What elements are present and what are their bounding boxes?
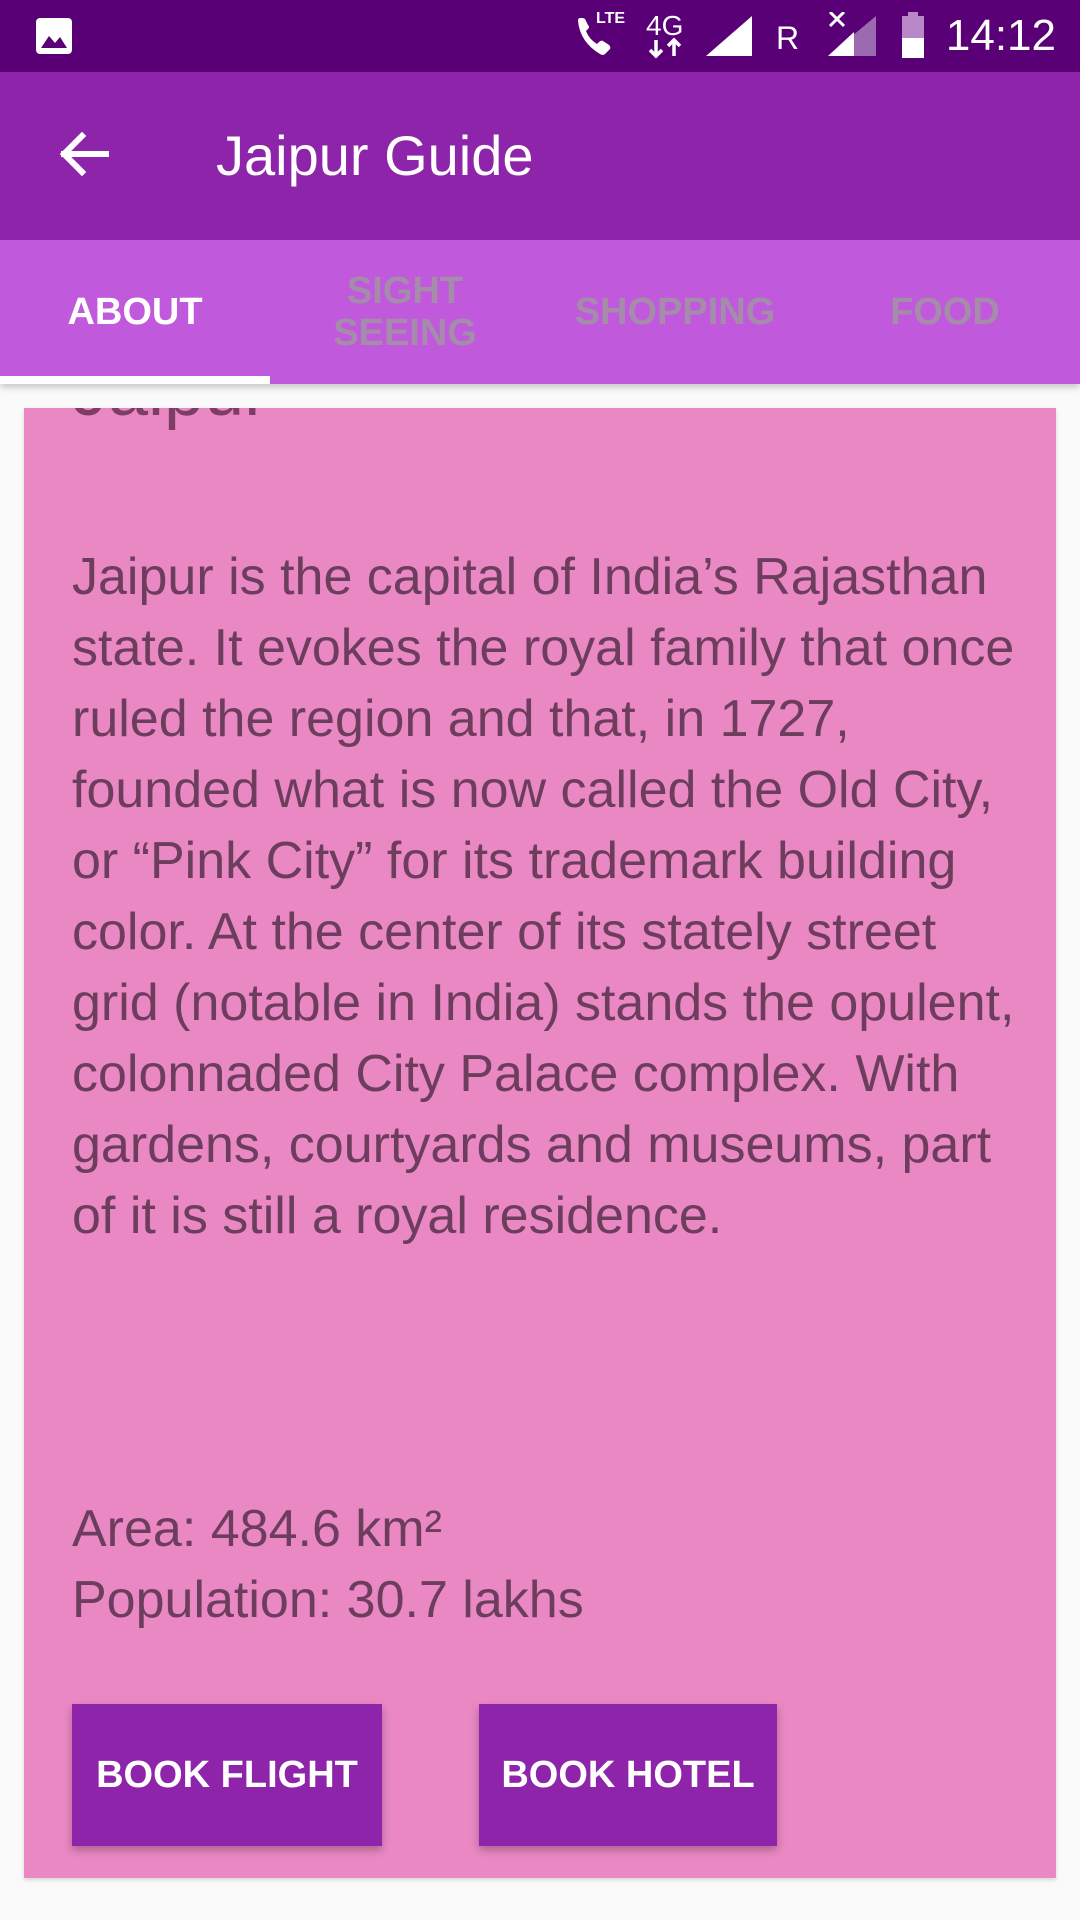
city-description: Jaipur is the capital of India’s Rajasth… [72,548,1015,1245]
roaming-label: R [776,20,800,56]
city-heading: Jaipur [72,408,268,436]
app-bar: Jaipur Guide [0,72,1080,240]
city-population: Population: 30.7 lakhs [72,1571,584,1629]
tab-sight-seeing[interactable]: SIGHT SEEING [270,240,540,384]
no-sim-signal-icon [824,10,878,60]
tab-shopping[interactable]: SHOPPING [540,240,810,384]
signal-icon [704,12,754,60]
city-area: Area: 484.6 km² [72,1500,442,1558]
app-title: Jaipur Guide [216,124,534,187]
book-hotel-button[interactable]: BOOK HOTEL [479,1704,777,1846]
book-flight-button[interactable]: BOOK FLIGHT [72,1704,382,1846]
back-button[interactable] [44,116,124,196]
roaming-icon: R [774,12,804,60]
data-arrows-icon: 4G [644,10,688,60]
arrow-back-icon [58,128,110,185]
image-icon [34,16,74,56]
tab-food[interactable]: FOOD [810,240,1080,384]
screen: LTE 4G R 14:12 Jaipur Guide ABOUT SIGHT … [0,0,1080,1920]
tab-shopping-label: SHOPPING [574,291,776,333]
tab-about-label: ABOUT [67,291,203,333]
tab-sight-seeing-label: SIGHT SEEING [333,270,477,354]
about-card: Jaipur Jaipur is the capital of India’s … [24,408,1056,1878]
tab-bar: ABOUT SIGHT SEEING SHOPPING FOOD [0,240,1080,384]
lte-label: LTE [596,10,626,27]
tab-food-label: FOOD [890,291,1000,333]
battery-icon [900,12,926,60]
tab-indicator [0,376,270,384]
content-scroll[interactable]: Jaipur Jaipur is the capital of India’s … [0,384,1080,1920]
tab-about[interactable]: ABOUT [0,240,270,384]
status-bar: LTE 4G R 14:12 [0,0,1080,72]
volte-call-icon: LTE [574,10,626,60]
status-time: 14:12 [945,11,1056,60]
